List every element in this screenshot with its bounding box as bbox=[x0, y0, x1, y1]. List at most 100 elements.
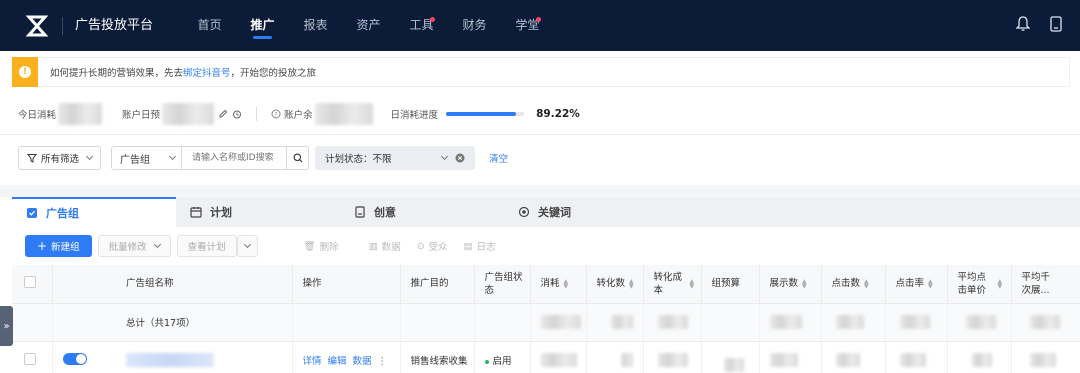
row-actions: 详情 编辑 数据 ⋮ bbox=[292, 341, 401, 373]
audience-button[interactable]: ⊙ 受众 bbox=[416, 239, 448, 254]
nav-item-tools[interactable]: 工具 bbox=[395, 0, 448, 51]
main-nav: 首页 推广 报表 资产 工具 财务 学堂 bbox=[183, 0, 554, 51]
double-chevron-right-icon: » bbox=[3, 320, 10, 332]
col-header[interactable]: 消耗 ▲ ▼ bbox=[530, 265, 587, 304]
status-cell: 启用 bbox=[474, 341, 531, 373]
sort-icon[interactable]: ▲ ▼ bbox=[629, 278, 634, 289]
target-icon bbox=[518, 206, 530, 218]
masked-value bbox=[657, 353, 688, 367]
sort-icon[interactable]: ▲ ▼ bbox=[690, 278, 695, 289]
banner-text: 如何提升长期的营销效果，先去绑定抖音号，开始您的投放之旅 bbox=[50, 68, 317, 79]
row-checkbox[interactable] bbox=[24, 352, 36, 365]
masked-value bbox=[314, 102, 373, 125]
bar-chart-icon: ▥ bbox=[368, 240, 378, 252]
filter-icon bbox=[27, 154, 37, 163]
group-name-masked[interactable] bbox=[126, 353, 214, 367]
daily-progress-label: 日消耗进度 bbox=[390, 109, 439, 121]
sort-icon[interactable]: ▲ ▼ bbox=[864, 278, 869, 289]
clock-icon[interactable] bbox=[232, 109, 242, 119]
device-icon[interactable] bbox=[1050, 16, 1062, 32]
expand-sidebar-handle[interactable]: » bbox=[0, 306, 13, 346]
nav-item-finance[interactable]: 财务 bbox=[448, 0, 501, 51]
log-icon: ▤ bbox=[463, 240, 473, 252]
masked-value bbox=[1029, 353, 1056, 367]
row-status-toggle[interactable] bbox=[62, 352, 87, 365]
all-filters-button[interactable]: 所有筛选 bbox=[18, 146, 102, 170]
log-button[interactable]: ▤ 日志 bbox=[463, 239, 496, 254]
masked-value bbox=[971, 353, 992, 367]
nav-item-reports[interactable]: 报表 bbox=[289, 0, 342, 51]
clear-filters-link[interactable]: 清空 bbox=[489, 151, 508, 165]
col-header[interactable]: 平均点击单价▲ ▼ bbox=[947, 265, 1012, 304]
calendar-icon bbox=[190, 207, 202, 218]
sort-icon[interactable]: ▲ ▼ bbox=[564, 278, 569, 289]
chevron-down-icon bbox=[85, 152, 94, 161]
batch-edit-button[interactable]: 批量修改 bbox=[97, 235, 171, 257]
edit-link[interactable]: 编辑 bbox=[328, 356, 347, 367]
masked-value bbox=[835, 353, 860, 367]
delete-button[interactable]: 🗑 删除 bbox=[304, 239, 339, 254]
notification-dot bbox=[430, 17, 436, 22]
table-header-row: 广告组名称 操作 推广目的 广告组状态 消耗 ▲ ▼ 转化数 ▲ ▼ 转化成本▲ ▼ 组预… bbox=[12, 265, 1080, 304]
edit-icon[interactable] bbox=[218, 109, 228, 119]
top-nav: 广告投放平台 首页 推广 报表 资产 工具 财务 学堂 bbox=[0, 0, 1080, 51]
sort-icon[interactable]: ▲ ▼ bbox=[802, 278, 807, 289]
daily-progress-bar bbox=[446, 111, 525, 116]
search-button[interactable] bbox=[287, 146, 310, 170]
bell-icon[interactable] bbox=[1016, 16, 1030, 32]
status-dot bbox=[484, 359, 489, 364]
col-header[interactable]: 点击率 ▲ ▼ bbox=[885, 265, 948, 304]
view-plan-dropdown[interactable] bbox=[236, 235, 258, 257]
notification-dot bbox=[536, 17, 542, 22]
new-group-button[interactable]: + 新建组 bbox=[25, 235, 92, 257]
col-header: 操作 bbox=[292, 265, 401, 304]
masked-value bbox=[540, 353, 577, 367]
col-header[interactable]: 广告组名称 bbox=[116, 265, 293, 304]
col-header[interactable]: 转化数 ▲ ▼ bbox=[586, 265, 644, 304]
account-budget-label: 账户日预 bbox=[122, 109, 161, 121]
section-gap bbox=[0, 185, 1080, 197]
help-icon[interactable]: ? bbox=[271, 109, 281, 119]
sort-icon[interactable]: ▲ ▼ bbox=[998, 278, 1003, 289]
more-icon[interactable]: ⋮ bbox=[378, 356, 388, 367]
col-header[interactable]: 展示数 ▲ ▼ bbox=[759, 265, 822, 304]
col-header[interactable]: 点击数 ▲ ▼ bbox=[821, 265, 886, 304]
clear-circle-icon[interactable] bbox=[455, 153, 465, 163]
creative-icon bbox=[355, 206, 365, 218]
plan-status-filter[interactable]: 计划状态：不限 bbox=[315, 146, 476, 170]
chevron-down-icon bbox=[168, 152, 177, 161]
total-row: 总计（共17项） bbox=[12, 303, 1080, 342]
ad-group-table: 广告组名称 操作 推广目的 广告组状态 消耗 ▲ ▼ 转化数 ▲ ▼ 转化成本▲ ▼ 组预… bbox=[12, 265, 1080, 373]
table-row[interactable]: 详情 编辑 数据 ⋮ 销售线索收集 启用 bbox=[12, 341, 1080, 373]
col-header[interactable]: 平均千次展... bbox=[1011, 265, 1080, 304]
select-all-checkbox[interactable] bbox=[24, 275, 36, 288]
tab-creative[interactable]: 创意 bbox=[340, 197, 504, 227]
col-header[interactable]: 广告组状态 bbox=[474, 265, 531, 304]
col-header[interactable]: 转化成本▲ ▼ bbox=[643, 265, 702, 304]
view-plan-button[interactable]: 查看计划 bbox=[176, 235, 237, 257]
col-header[interactable]: 推广目的 bbox=[400, 265, 475, 304]
sort-icon[interactable]: ▲ ▼ bbox=[928, 278, 933, 289]
masked-value bbox=[769, 353, 798, 367]
col-header[interactable]: 组预算 bbox=[701, 265, 760, 304]
nav-item-academy[interactable]: 学堂 bbox=[501, 0, 554, 51]
tab-ad-group[interactable]: 广告组 bbox=[12, 197, 176, 227]
nav-item-home[interactable]: 首页 bbox=[183, 0, 236, 51]
tab-plan[interactable]: 计划 bbox=[176, 197, 340, 227]
filter-bar: 所有筛选 广告组 计划状态：不限 清空 bbox=[0, 135, 1080, 181]
search-input[interactable] bbox=[181, 146, 288, 170]
masked-value bbox=[540, 315, 581, 329]
data-button[interactable]: ▥ 数据 bbox=[368, 239, 401, 254]
data-link[interactable]: 数据 bbox=[353, 356, 372, 367]
group-type-select[interactable]: 广告组 bbox=[111, 146, 182, 170]
nav-item-promotion[interactable]: 推广 bbox=[236, 0, 289, 51]
account-balance-label: 账户余 bbox=[284, 109, 313, 121]
search-icon bbox=[293, 153, 302, 163]
nav-item-assets[interactable]: 资产 bbox=[342, 0, 395, 51]
bind-douyin-link[interactable]: 绑定抖音号 bbox=[183, 68, 231, 79]
level-tabs: 广告组 计划 创意 关键词 bbox=[12, 197, 1080, 227]
tab-keywords[interactable]: 关键词 bbox=[504, 197, 668, 227]
audience-icon: ⊙ bbox=[416, 240, 425, 252]
chevron-down-icon bbox=[153, 240, 161, 249]
detail-link[interactable]: 详情 bbox=[303, 356, 322, 367]
